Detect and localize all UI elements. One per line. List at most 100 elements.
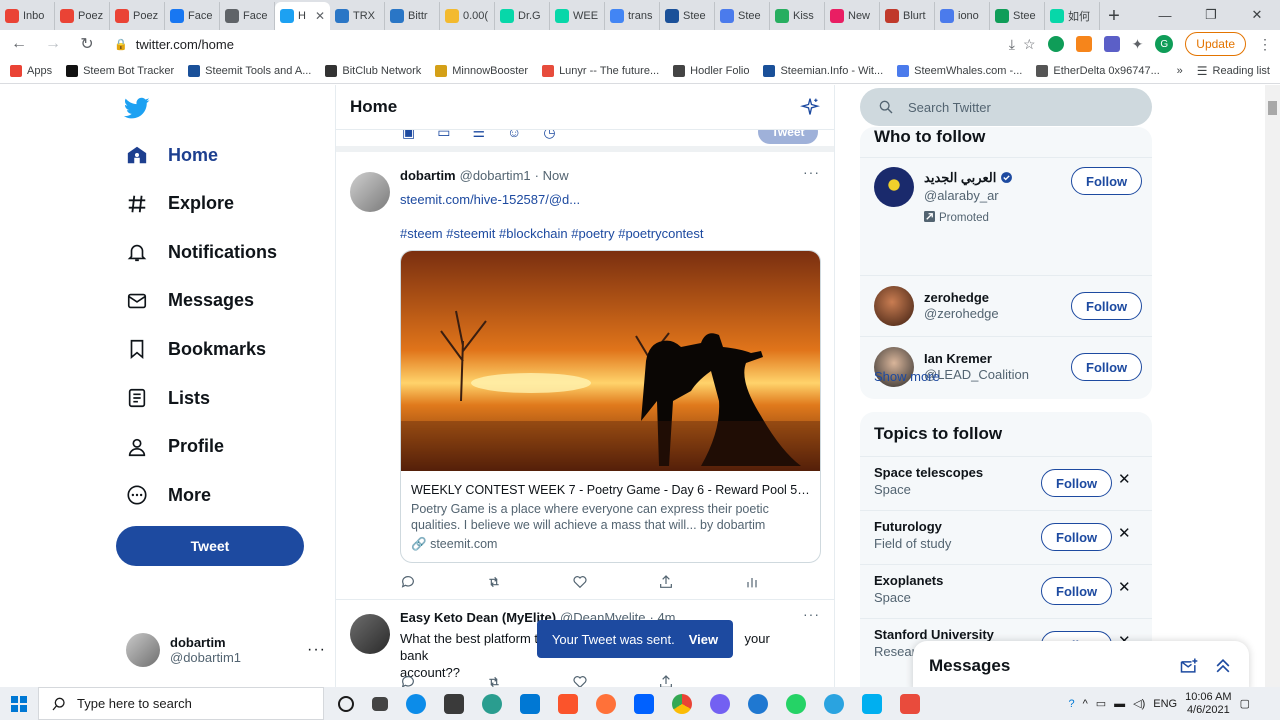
bookmark-item[interactable]: BitClub Network [325,64,421,77]
account-more-icon[interactable]: ··· [307,641,326,659]
nav-item-more[interactable]: More [124,482,211,508]
nav-item-explore[interactable]: Explore [124,191,234,217]
suggested-account-row[interactable]: Ian Kremer @LEAD_Coalition Follow [860,336,1152,397]
puzzle-extensions-icon[interactable]: ✦ [1132,36,1144,53]
nav-item-bookmarks[interactable]: Bookmarks [124,336,266,362]
brave-icon[interactable] [558,693,578,714]
twitter-bird-logo-icon[interactable] [124,95,150,121]
browser-tab[interactable]: H ✕ [275,2,330,30]
app-icon[interactable] [900,693,920,714]
topic-row[interactable]: Space telescopes Space Follow ✕ [860,456,1152,510]
search-input[interactable]: Search Twitter [908,100,991,115]
store-icon[interactable] [444,693,464,714]
like-icon[interactable] [572,674,588,687]
reply-icon[interactable] [400,574,416,590]
gif-icon[interactable]: ▭ [437,130,450,141]
retweet-icon[interactable] [486,574,502,590]
suggested-account-name[interactable]: العربي الجديد [924,170,1013,186]
page-scrollbar[interactable] [1265,85,1280,687]
chrome-icon[interactable] [672,693,692,714]
dismiss-topic-icon[interactable]: ✕ [1118,470,1131,488]
follow-topic-button[interactable]: Follow [1041,523,1113,551]
composer-tweet-button[interactable]: Tweet [758,130,818,144]
browser-tab[interactable]: Kiss [770,2,825,30]
viber-icon[interactable] [710,693,730,714]
suggested-account-name[interactable]: Ian Kremer [924,351,992,366]
browser-tab[interactable]: Inbo [0,2,55,30]
browser-tab[interactable]: WEE [550,2,605,30]
browser-tab[interactable]: Stee [990,2,1045,30]
retweet-icon[interactable] [486,674,502,687]
browser-tab[interactable]: Bittr [385,2,440,30]
update-button[interactable]: Update [1185,32,1246,56]
bookmark-item[interactable]: EtherDelta 0x96747... [1036,64,1160,77]
volume-icon[interactable]: ◁) [1133,697,1145,710]
account-switcher[interactable]: dobartim @dobartim1 ··· [126,633,326,667]
tweet-avatar[interactable] [350,614,390,654]
scrollbar-thumb[interactable] [1268,101,1277,115]
cortana-icon[interactable] [338,695,354,712]
tweet-item[interactable]: dobartim @dobartim1 · Now ··· steemit.co… [336,158,834,600]
topic-row[interactable]: Futurology Field of study Follow ✕ [860,510,1152,564]
bookmark-item[interactable]: Apps [10,64,52,77]
bookmark-item[interactable]: Hodler Folio [673,64,749,77]
metamask-extension-icon[interactable] [1075,36,1092,52]
browser-tab[interactable]: Face [220,2,275,30]
search-box[interactable]: Search Twitter [860,88,1152,126]
emoji-icon[interactable]: ☺ [507,130,521,141]
task-view-icon[interactable] [372,696,388,711]
browser-tab[interactable]: Poez [55,2,110,30]
tweet-time[interactable]: · Now [535,168,569,183]
sparkle-timeline-icon[interactable] [800,97,820,117]
new-message-icon[interactable] [1179,656,1199,676]
suggested-account-row[interactable]: العربي الجديد @alaraby_ar Promoted Follow [860,157,1152,275]
bookmark-item[interactable]: SteemWhales.com -... [897,64,1022,77]
suggested-account-row[interactable]: zerohedge @zerohedge Follow [860,275,1152,336]
suggested-account-name[interactable]: zerohedge [924,290,989,305]
share-icon[interactable] [658,674,674,687]
help-icon[interactable]: ? [1068,698,1074,710]
reply-icon[interactable] [400,674,416,687]
dismiss-topic-icon[interactable]: ✕ [1118,578,1131,596]
bookmark-item[interactable]: Steem Bot Tracker [66,64,174,77]
nav-item-lists[interactable]: Lists [124,385,210,411]
bookmark-item[interactable]: Steemian.Info - Wit... [763,64,883,77]
browser-tab[interactable]: Stee [660,2,715,30]
expand-drawer-icon[interactable] [1213,656,1233,676]
profile-avatar[interactable]: G [1155,35,1174,53]
show-more-link[interactable]: Show more [874,369,940,384]
dropbox-icon[interactable] [634,693,654,714]
tweet-hashtags[interactable]: #steem #steemit #blockchain #poetry #poe… [400,226,704,241]
tweet-button[interactable]: Tweet [116,526,304,566]
browser-tab[interactable]: TRX [330,2,385,30]
battery-icon[interactable]: ▬ [1114,698,1125,710]
tweet-more-icon[interactable]: ··· [803,606,820,622]
taskbar-search[interactable]: Type here to search [38,687,324,720]
suggested-account-avatar[interactable] [874,286,914,326]
browser-tab[interactable]: Dr.G [495,2,550,30]
install-icon[interactable]: ⤓ [1009,36,1015,53]
nav-item-messages[interactable]: Messages [124,288,254,314]
browser-menu-icon[interactable]: ⋮ [1258,36,1272,53]
browser-tab[interactable]: Blurt [880,2,935,30]
language-indicator[interactable]: ENG [1153,698,1177,710]
close-window-button[interactable]: ✕ [1234,0,1280,30]
follow-button[interactable]: Follow [1071,353,1143,381]
browser-tab[interactable]: 如何 [1045,2,1100,30]
dismiss-topic-icon[interactable]: ✕ [1118,524,1131,542]
start-button[interactable] [0,695,38,712]
chevron-up-icon[interactable]: ^ [1083,698,1088,710]
follow-button[interactable]: Follow [1071,167,1143,195]
bookmark-item[interactable]: Steemit Tools and A... [188,64,311,77]
tab-close-icon[interactable]: ✕ [315,9,325,23]
follow-button[interactable]: Follow [1071,292,1143,320]
whatsapp-icon[interactable] [786,693,806,714]
bookmark-item[interactable]: Lunyr -- The future... [542,64,659,77]
messages-drawer[interactable]: Messages [913,641,1249,687]
network-icon[interactable]: ▭ [1096,697,1106,710]
tweet-author-name[interactable]: dobartim [400,168,456,183]
maximize-button[interactable]: ❐ [1188,0,1234,30]
like-icon[interactable] [572,574,588,590]
schedule-icon[interactable]: ◷ [543,130,555,141]
extension-icon[interactable] [1103,36,1120,52]
